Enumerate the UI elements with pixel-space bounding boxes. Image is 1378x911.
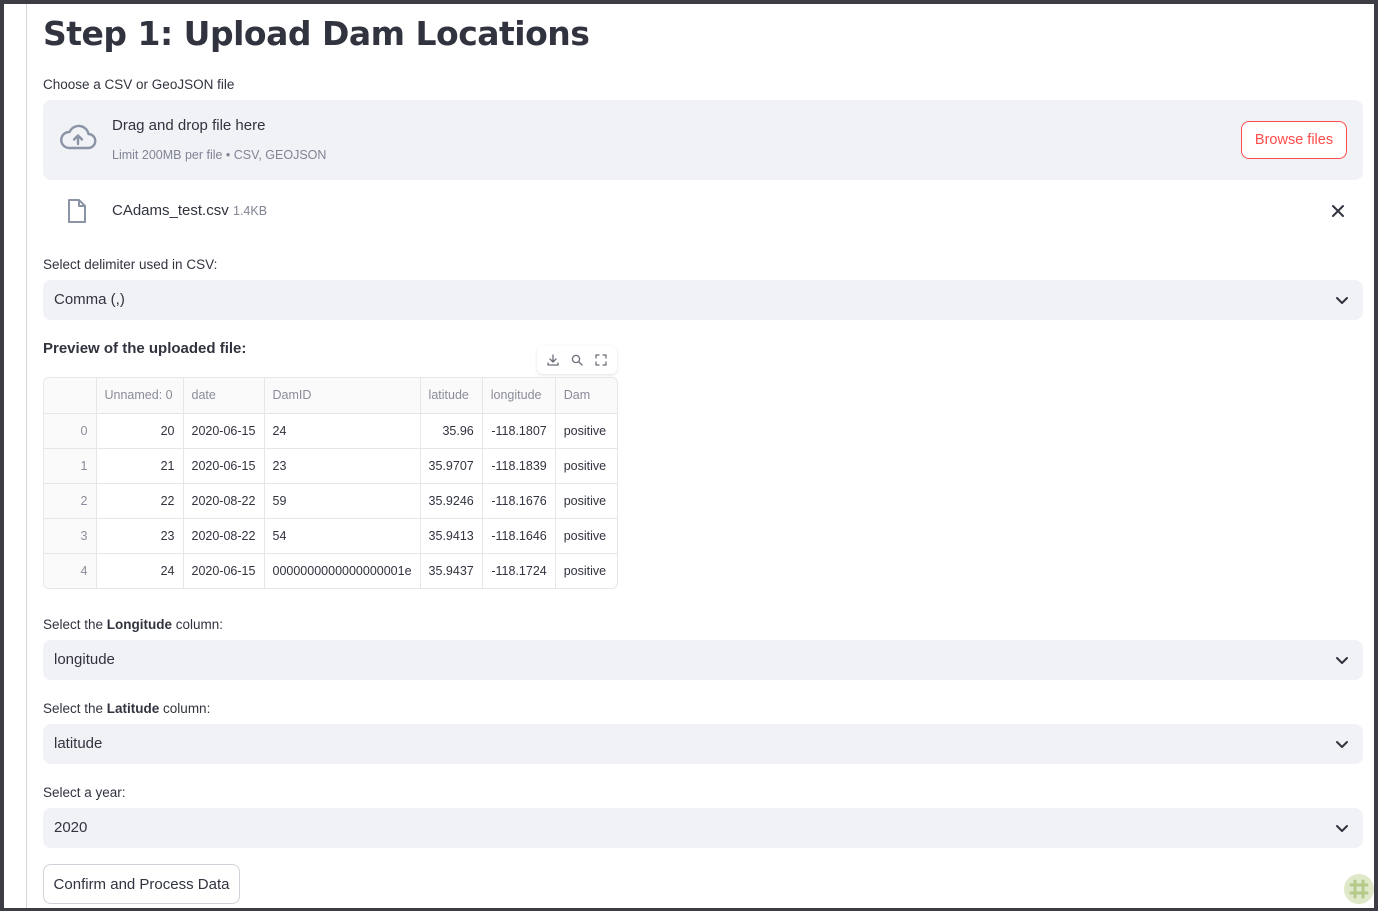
column-header-date[interactable]: date	[183, 378, 265, 414]
column-header-unnamed[interactable]: Unnamed: 0	[96, 378, 184, 414]
table-header-row: Unnamed: 0 date DamID latitude longitude…	[44, 378, 618, 414]
latitude-select-label: Select the Latitude column:	[43, 701, 210, 716]
table-cell[interactable]: 2020-08-22	[183, 483, 265, 519]
table-cell[interactable]: 35.9246	[420, 483, 483, 519]
table-row: 2 22 2020-08-22 59 35.9246 -118.1676 pos…	[44, 483, 618, 519]
table-cell[interactable]: positive	[555, 518, 618, 554]
table-cell[interactable]: 0000000000000000001e	[264, 553, 421, 588]
delimiter-value: Comma (,)	[54, 291, 125, 308]
table-cell[interactable]: 23	[96, 518, 184, 554]
table-row: 1 21 2020-06-15 23 35.9707 -118.1839 pos…	[44, 448, 618, 484]
table-cell[interactable]: -118.1839	[482, 448, 556, 484]
table-row: 3 23 2020-08-22 54 35.9413 -118.1646 pos…	[44, 518, 618, 554]
latitude-select[interactable]: latitude	[43, 724, 1363, 764]
latitude-select-value: latitude	[54, 735, 103, 752]
chevron-down-icon	[1335, 654, 1349, 666]
column-header-longitude[interactable]: longitude	[482, 378, 556, 414]
label-text: column:	[159, 701, 211, 716]
fullscreen-icon[interactable]	[594, 353, 608, 367]
table-cell[interactable]: 54	[264, 518, 421, 554]
row-index: 1	[44, 448, 97, 484]
close-icon[interactable]	[1331, 204, 1345, 218]
confirm-process-button[interactable]: Confirm and Process Data	[43, 864, 240, 904]
label-text: column:	[172, 617, 224, 632]
file-icon	[66, 198, 88, 224]
year-select-label: Select a year:	[43, 785, 126, 800]
table-cell[interactable]: -118.1724	[482, 553, 556, 588]
table-cell[interactable]: positive	[555, 413, 618, 449]
table-cell[interactable]: positive	[555, 553, 617, 588]
table-cell[interactable]: -118.1807	[482, 413, 556, 449]
table-cell[interactable]: 21	[96, 448, 184, 484]
browse-files-button[interactable]: Browse files	[1241, 121, 1347, 159]
longitude-select[interactable]: longitude	[43, 640, 1363, 680]
table-cell[interactable]: -118.1646	[482, 518, 556, 554]
longitude-select-value: longitude	[54, 651, 115, 668]
column-header-dam[interactable]: Dam	[555, 378, 618, 414]
table-cell[interactable]: 2020-06-15	[183, 448, 265, 484]
delimiter-label: Select delimiter used in CSV:	[43, 257, 218, 272]
dropzone-title: Drag and drop file here	[112, 117, 266, 134]
page-title: Step 1: Upload Dam Locations	[43, 14, 590, 53]
table-cell[interactable]: 35.96	[420, 413, 483, 449]
table-cell[interactable]: 35.9707	[420, 448, 483, 484]
table-row: 0 20 2020-06-15 24 35.96 -118.1807 posit…	[44, 413, 618, 449]
table-cell[interactable]: -118.1676	[482, 483, 556, 519]
table-cell[interactable]: 22	[96, 483, 184, 519]
preview-title: Preview of the uploaded file:	[43, 340, 247, 357]
sidebar-divider	[26, 4, 27, 908]
app-status-icon	[1342, 872, 1376, 906]
cloud-upload-icon	[59, 122, 97, 152]
download-icon[interactable]	[546, 353, 560, 367]
column-header-damid[interactable]: DamID	[264, 378, 421, 414]
table-cell[interactable]: 23	[264, 448, 421, 484]
search-icon[interactable]	[570, 353, 584, 367]
file-dropzone[interactable]: Drag and drop file here Limit 200MB per …	[43, 100, 1363, 180]
chevron-down-icon	[1335, 822, 1349, 834]
row-index: 2	[44, 483, 97, 519]
year-select[interactable]: 2020	[43, 808, 1363, 848]
label-text: Select the	[43, 617, 107, 632]
year-select-value: 2020	[54, 819, 88, 836]
uploaded-file-name: CAdams_test.csv	[112, 202, 229, 219]
preview-table[interactable]: Unnamed: 0 date DamID latitude longitude…	[43, 377, 619, 589]
upload-label: Choose a CSV or GeoJSON file	[43, 77, 235, 92]
column-header-index[interactable]	[44, 378, 97, 414]
table-cell[interactable]: 35.9437	[420, 553, 483, 588]
table-cell[interactable]: positive	[555, 448, 618, 484]
table-cell[interactable]: 35.9413	[420, 518, 483, 554]
label-emphasis: Latitude	[106, 701, 160, 716]
table-cell[interactable]: 59	[264, 483, 421, 519]
label-emphasis: Longitude	[106, 617, 173, 632]
dataframe-toolbar	[537, 346, 617, 374]
uploaded-file-size: 1.4KB	[233, 204, 268, 218]
chevron-down-icon	[1335, 294, 1349, 306]
row-index: 0	[44, 413, 97, 449]
table-cell[interactable]: 2020-06-15	[183, 413, 265, 449]
table-row: 4 24 2020-06-15 0000000000000000001e 35.…	[44, 553, 617, 588]
row-index: 4	[44, 553, 97, 588]
column-header-latitude[interactable]: latitude	[420, 378, 483, 414]
table-cell[interactable]: 20	[96, 413, 184, 449]
uploaded-file-row: CAdams_test.csv 1.4KB	[43, 194, 1363, 230]
table-cell[interactable]: positive	[555, 483, 618, 519]
table-cell[interactable]: 24	[96, 553, 184, 588]
label-text: Select the	[43, 701, 107, 716]
table-cell[interactable]: 24	[264, 413, 421, 449]
table-cell[interactable]: 2020-06-15	[183, 553, 265, 588]
dropzone-limit: Limit 200MB per file • CSV, GEOJSON	[112, 148, 327, 162]
row-index: 3	[44, 518, 97, 554]
delimiter-select[interactable]: Comma (,)	[43, 280, 1363, 320]
table-cell[interactable]: 2020-08-22	[183, 518, 265, 554]
longitude-select-label: Select the Longitude column:	[43, 617, 223, 632]
chevron-down-icon	[1335, 738, 1349, 750]
